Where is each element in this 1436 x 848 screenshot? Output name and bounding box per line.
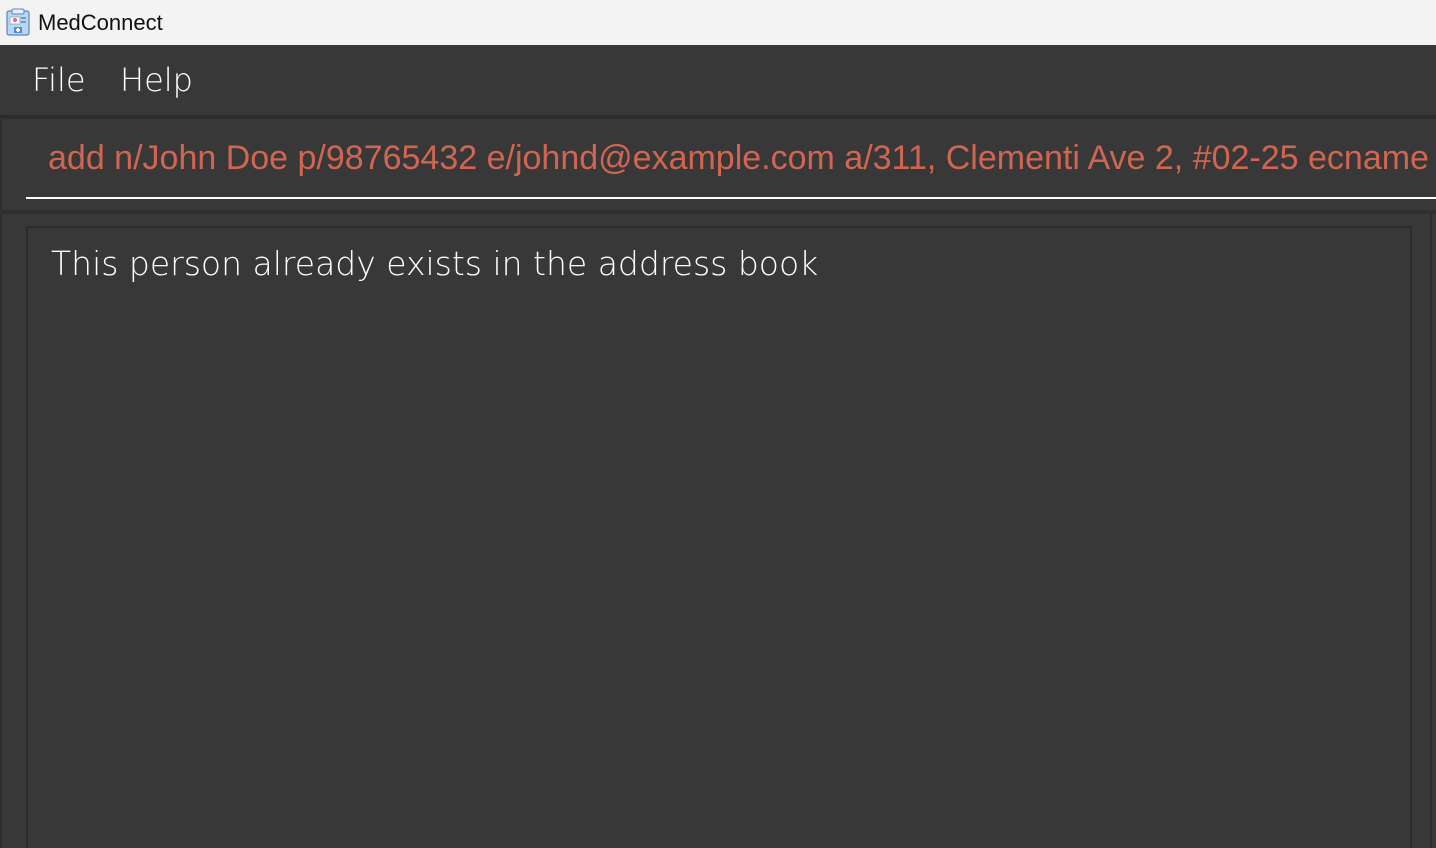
menu-bar: File Help bbox=[0, 45, 1436, 117]
menu-file[interactable]: File bbox=[32, 61, 86, 99]
result-message: This person already exists in the addres… bbox=[51, 244, 819, 283]
command-box-container bbox=[0, 117, 1436, 210]
window-title: MedConnect bbox=[38, 10, 163, 35]
right-panel-edge bbox=[1430, 214, 1436, 848]
result-display-container: This person already exists in the addres… bbox=[0, 214, 1436, 848]
result-display[interactable]: This person already exists in the addres… bbox=[26, 226, 1412, 848]
command-input[interactable] bbox=[26, 119, 1436, 199]
app-window: MedConnect File Help This person already… bbox=[0, 0, 1436, 848]
medconnect-app-icon bbox=[6, 8, 30, 36]
title-bar: MedConnect bbox=[0, 0, 1436, 45]
menu-help[interactable]: Help bbox=[120, 61, 193, 99]
